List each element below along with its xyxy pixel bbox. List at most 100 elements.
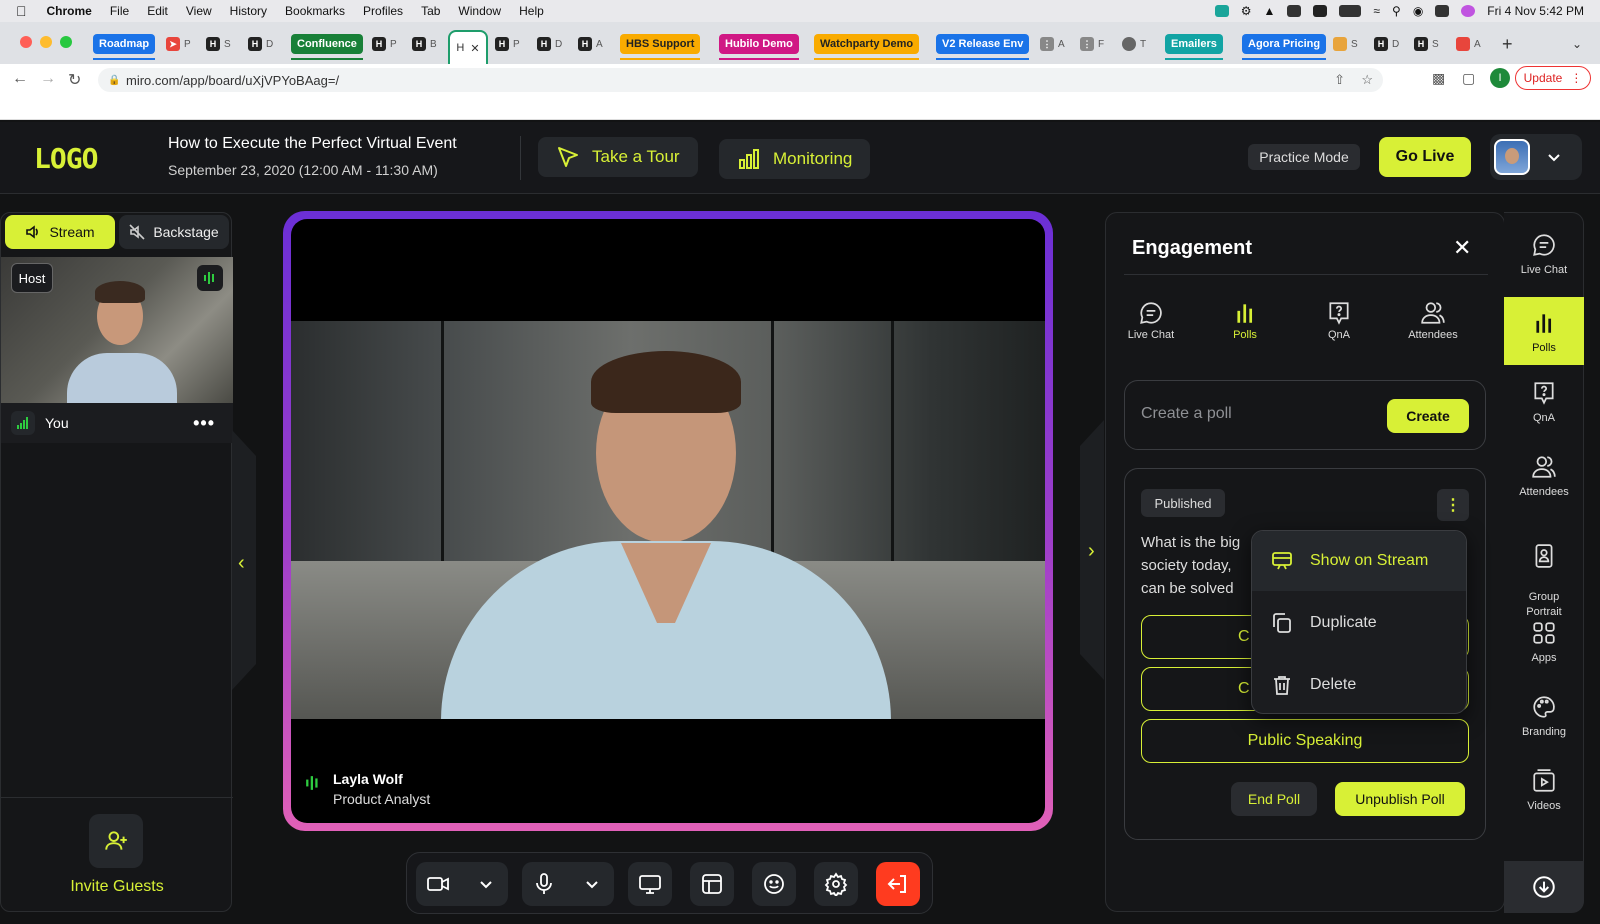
- bookmark-star-icon[interactable]: ☆: [1361, 72, 1373, 88]
- tab-backstage[interactable]: Backstage: [119, 215, 229, 249]
- zoom-window-button[interactable]: [60, 36, 72, 48]
- tab-search-chevron-icon[interactable]: ⌄: [1572, 34, 1582, 54]
- tab-live-chat[interactable]: Live Chat: [1116, 297, 1186, 341]
- battery-icon[interactable]: [1339, 5, 1362, 17]
- siri-icon[interactable]: [1461, 5, 1476, 17]
- camera-options-button[interactable]: [464, 862, 508, 906]
- menu-help[interactable]: Help: [519, 4, 544, 18]
- control-center-icon[interactable]: [1435, 5, 1450, 17]
- tray-cc-icon[interactable]: [1287, 5, 1302, 17]
- tab-group-emailers[interactable]: Emailers: [1165, 34, 1223, 60]
- tab-group-confluence[interactable]: Confluence: [291, 34, 363, 60]
- rail-item-live-chat[interactable]: Live Chat: [1504, 229, 1584, 276]
- pinned-tab[interactable]: HD: [1374, 34, 1399, 54]
- rail-item-videos[interactable]: Videos: [1504, 765, 1584, 812]
- rail-item-group-portrait[interactable]: Group Portrait: [1504, 525, 1584, 620]
- scroll-down-button[interactable]: [1504, 861, 1584, 913]
- menu-file[interactable]: File: [110, 4, 129, 18]
- menu-history[interactable]: History: [230, 4, 267, 18]
- pinned-tab[interactable]: HP: [372, 34, 397, 54]
- menu-item-duplicate[interactable]: Duplicate: [1252, 593, 1466, 653]
- tab-group-watchparty-demo[interactable]: Watchparty Demo: [814, 34, 920, 60]
- active-browser-tab[interactable]: H ✕: [448, 30, 488, 64]
- tray-a-icon[interactable]: ▲: [1264, 4, 1276, 18]
- pinned-tab[interactable]: ⋮ F: [1080, 34, 1104, 54]
- spotlight-search-icon[interactable]: ⚲: [1392, 4, 1401, 18]
- leave-session-button[interactable]: [876, 862, 920, 906]
- update-button[interactable]: Update ⋮: [1515, 66, 1591, 90]
- pinned-tab[interactable]: HD: [537, 34, 562, 54]
- lock-icon[interactable]: 🔒: [108, 75, 120, 86]
- new-tab-icon[interactable]: +: [1502, 34, 1513, 54]
- create-poll-input[interactable]: [1141, 405, 1361, 423]
- tab-group-hubilo-demo[interactable]: Hubilo Demo: [719, 34, 799, 60]
- poll-more-options-button[interactable]: ⋮: [1437, 489, 1469, 521]
- user-switch-icon[interactable]: ◉: [1413, 4, 1423, 18]
- menu-profiles[interactable]: Profiles: [363, 4, 403, 18]
- menu-bookmarks[interactable]: Bookmarks: [285, 4, 345, 18]
- tab-attendees[interactable]: Attendees: [1398, 297, 1468, 341]
- practice-mode-badge[interactable]: Practice Mode: [1248, 144, 1360, 170]
- pinned-tab[interactable]: S: [1333, 34, 1358, 54]
- layout-button[interactable]: [690, 862, 734, 906]
- tab-group-roadmap[interactable]: Roadmap: [93, 34, 156, 60]
- screen-share-button[interactable]: [628, 862, 672, 906]
- go-live-button[interactable]: Go Live: [1379, 137, 1471, 177]
- create-poll-button[interactable]: Create: [1387, 399, 1469, 433]
- menu-window[interactable]: Window: [458, 4, 501, 18]
- wifi-icon[interactable]: ≈: [1373, 4, 1380, 18]
- close-tab-icon[interactable]: ✕: [470, 42, 479, 55]
- rail-item-qna[interactable]: QnA: [1504, 377, 1584, 424]
- reload-icon[interactable]: ↻: [68, 70, 81, 90]
- menu-view[interactable]: View: [186, 4, 212, 18]
- pinned-tab[interactable]: HD: [248, 34, 273, 54]
- rail-item-branding[interactable]: Branding: [1504, 691, 1584, 738]
- chevron-left-icon[interactable]: ‹: [238, 552, 245, 575]
- tab-stream[interactable]: Stream: [5, 215, 115, 249]
- url-bar[interactable]: 🔒 miro.com/app/board/uXjVPYoBAag=/ ⇧ ☆: [98, 68, 1383, 92]
- tray-app-icon[interactable]: [1214, 5, 1229, 17]
- forward-arrow-icon[interactable]: →: [40, 70, 56, 88]
- reactions-button[interactable]: [752, 862, 796, 906]
- invite-guests-button[interactable]: [89, 814, 143, 868]
- take-a-tour-button[interactable]: Take a Tour: [538, 137, 698, 177]
- menubar-clock[interactable]: Fri 4 Nov 5:42 PM: [1487, 4, 1584, 18]
- monitoring-button[interactable]: Monitoring: [719, 139, 871, 179]
- pinned-tab[interactable]: HP: [495, 34, 520, 54]
- tab-qna[interactable]: QnA: [1304, 297, 1374, 341]
- pinned-tab[interactable]: A: [1456, 34, 1481, 54]
- settings-button[interactable]: [814, 862, 858, 906]
- chevron-right-icon[interactable]: ›: [1088, 540, 1095, 563]
- pinned-tab[interactable]: ➤ P: [166, 34, 191, 54]
- pinned-tab[interactable]: T: [1122, 34, 1146, 54]
- tray-input-icon[interactable]: [1313, 5, 1328, 17]
- pinned-tab[interactable]: HA: [578, 34, 603, 54]
- menu-tab[interactable]: Tab: [421, 4, 440, 18]
- more-horizontal-icon[interactable]: •••: [193, 413, 215, 434]
- camera-toggle-button[interactable]: [416, 862, 460, 906]
- extensions-puzzle-icon[interactable]: ▩: [1432, 70, 1445, 87]
- end-poll-button[interactable]: End Poll: [1231, 782, 1317, 816]
- tab-group-hbs-support[interactable]: HBS Support: [620, 34, 701, 60]
- share-icon[interactable]: ⇧: [1334, 72, 1345, 88]
- menu-item-delete[interactable]: Delete: [1252, 655, 1466, 713]
- menu-item-show-on-stream[interactable]: Show on Stream: [1252, 531, 1466, 591]
- tab-group-v2-release-env[interactable]: V2 Release Env: [936, 34, 1030, 60]
- profile-avatar-icon[interactable]: I: [1490, 68, 1510, 88]
- stage-video-area[interactable]: Layla Wolf Product Analyst: [291, 219, 1045, 823]
- tray-gear-icon[interactable]: ⚙: [1241, 4, 1252, 18]
- pinned-tab[interactable]: HS: [206, 34, 231, 54]
- close-window-button[interactable]: [20, 36, 32, 48]
- pinned-tab[interactable]: HS: [1414, 34, 1439, 54]
- unpublish-poll-button[interactable]: Unpublish Poll: [1335, 782, 1465, 816]
- menu-edit[interactable]: Edit: [147, 4, 168, 18]
- pinned-tab[interactable]: ⋮ A: [1040, 34, 1065, 54]
- rail-item-attendees[interactable]: Attendees: [1504, 451, 1584, 498]
- pinned-tab[interactable]: HB: [412, 34, 437, 54]
- tab-polls[interactable]: Polls: [1210, 297, 1280, 341]
- rail-item-polls[interactable]: Polls: [1504, 297, 1584, 365]
- mic-options-button[interactable]: [570, 862, 614, 906]
- poll-option[interactable]: Public Speaking: [1141, 719, 1469, 763]
- minimize-window-button[interactable]: [40, 36, 52, 48]
- rail-item-apps[interactable]: Apps: [1504, 617, 1584, 664]
